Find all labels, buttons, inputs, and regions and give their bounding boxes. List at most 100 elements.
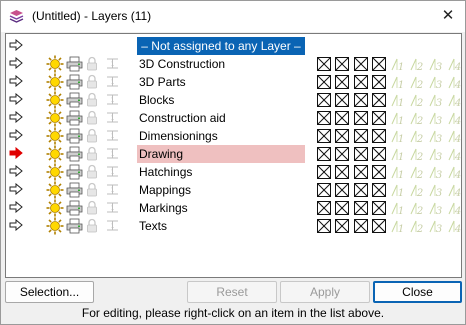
crossed-checkbox-icon[interactable]: [335, 219, 349, 233]
crossed-checkbox-icon[interactable]: [372, 183, 386, 197]
layer-label[interactable]: Blocks: [137, 91, 305, 109]
crossed-checkbox-icon[interactable]: [354, 183, 368, 197]
layer-label[interactable]: Dimensionings: [137, 127, 305, 145]
apply-button[interactable]: Apply: [280, 281, 370, 303]
crossed-checkbox-icon[interactable]: [317, 129, 331, 143]
crossed-checkbox-icon[interactable]: [354, 201, 368, 215]
layer-row[interactable]: 1 Mappings 1 2 3 4: [6, 181, 461, 199]
close-button[interactable]: Close: [373, 281, 462, 303]
svg-text:1: 1: [398, 188, 404, 198]
crossed-checkbox-icon[interactable]: [335, 183, 349, 197]
crossed-checkbox-icon[interactable]: [335, 147, 349, 161]
printer-icon: [66, 74, 83, 90]
layer-label[interactable]: 3D Construction: [137, 55, 305, 73]
crossed-checkbox-icon[interactable]: [354, 93, 368, 107]
crossed-checkbox-icon[interactable]: [317, 219, 331, 233]
crossed-checkbox-icon[interactable]: [317, 93, 331, 107]
reset-button[interactable]: Reset: [187, 281, 277, 303]
svg-text:1: 1: [398, 98, 404, 108]
layer-label[interactable]: Mappings: [137, 181, 305, 199]
slot-digit-icon: 1: [391, 76, 404, 90]
arrow-right-icon: [9, 165, 23, 177]
slot-digit-icon: 3: [429, 220, 442, 234]
line-weight-icon: 1: [107, 112, 118, 123]
layer-label[interactable]: Drawing: [137, 145, 305, 163]
lock-icon: [87, 182, 97, 197]
crossed-checkbox-icon[interactable]: [372, 111, 386, 125]
window-title: (Untitled) - Layers (11): [32, 9, 152, 23]
layer-row[interactable]: 1 3D Parts 1 2 3 4: [6, 73, 461, 91]
slot-digit-icon: 3: [429, 202, 442, 216]
slot-digit-icon: 3: [429, 130, 442, 144]
svg-text:2: 2: [416, 116, 423, 126]
arrow-right-icon: [9, 93, 23, 105]
svg-text:4: 4: [454, 170, 461, 180]
slot-digit-icon: 1: [391, 112, 404, 126]
layer-row[interactable]: 1 Texts 1 2 3 4: [6, 217, 461, 235]
selection-button[interactable]: Selection...: [5, 281, 94, 303]
crossed-checkbox-icon[interactable]: [317, 75, 331, 89]
crossed-checkbox-icon[interactable]: [354, 75, 368, 89]
crossed-checkbox-icon[interactable]: [335, 93, 349, 107]
crossed-checkbox-icon[interactable]: [372, 57, 386, 71]
close-window-icon[interactable]: ✕: [439, 7, 457, 25]
layer-label[interactable]: Texts: [137, 217, 305, 235]
crossed-checkbox-icon[interactable]: [372, 75, 386, 89]
layer-list[interactable]: – Not assigned to any Layer – 1 3D Constr…: [5, 33, 462, 278]
crossed-checkbox-icon[interactable]: [317, 57, 331, 71]
crossed-checkbox-icon[interactable]: [335, 201, 349, 215]
crossed-checkbox-icon[interactable]: [317, 111, 331, 125]
svg-text:3: 3: [436, 98, 442, 108]
unassigned-row[interactable]: – Not assigned to any Layer –: [6, 37, 461, 55]
slot-digit-icon: 3: [429, 166, 442, 180]
svg-text:1: 1: [111, 223, 115, 230]
layer-row[interactable]: 1 Drawing 1 2 3 4: [6, 145, 461, 163]
layer-row[interactable]: 1 Hatchings 1 2 3 4: [6, 163, 461, 181]
crossed-checkbox-icon[interactable]: [335, 57, 349, 71]
unassigned-label[interactable]: – Not assigned to any Layer –: [137, 37, 305, 55]
crossed-checkbox-icon[interactable]: [354, 57, 368, 71]
slot-digit-icon: 3: [429, 112, 442, 126]
layer-row[interactable]: 1 Construction aid 1 2 3 4: [6, 109, 461, 127]
lock-icon: [87, 92, 97, 107]
crossed-checkbox-icon[interactable]: [354, 147, 368, 161]
layer-label[interactable]: 3D Parts: [137, 73, 305, 91]
lock-icon: [87, 128, 97, 143]
crossed-checkbox-icon[interactable]: [335, 129, 349, 143]
crossed-checkbox-icon[interactable]: [372, 219, 386, 233]
crossed-checkbox-icon[interactable]: [317, 183, 331, 197]
layer-row[interactable]: 1 3D Construction 1 2 3 4: [6, 55, 461, 73]
visible-sun-icon: [46, 109, 64, 127]
layer-label[interactable]: Markings: [137, 199, 305, 217]
crossed-checkbox-icon[interactable]: [372, 147, 386, 161]
line-weight-icon: 1: [107, 202, 118, 213]
crossed-checkbox-icon[interactable]: [372, 93, 386, 107]
layer-label[interactable]: Construction aid: [137, 109, 305, 127]
layer-row[interactable]: 1 Dimensionings 1 2 3 4: [6, 127, 461, 145]
printer-icon: [66, 164, 83, 180]
crossed-checkbox-icon[interactable]: [354, 111, 368, 125]
arrow-right-icon: [9, 111, 23, 123]
crossed-checkbox-icon[interactable]: [335, 165, 349, 179]
svg-text:4: 4: [454, 98, 461, 108]
layer-label[interactable]: Hatchings: [137, 163, 305, 181]
slot-digit-icon: 4: [448, 220, 461, 234]
crossed-checkbox-icon[interactable]: [372, 129, 386, 143]
crossed-checkbox-icon[interactable]: [317, 147, 331, 161]
crossed-checkbox-icon[interactable]: [317, 165, 331, 179]
crossed-checkbox-icon[interactable]: [317, 201, 331, 215]
crossed-checkbox-icon[interactable]: [372, 165, 386, 179]
svg-text:1: 1: [111, 61, 115, 68]
printer-icon: [66, 146, 83, 162]
crossed-checkbox-icon[interactable]: [354, 165, 368, 179]
svg-text:4: 4: [454, 188, 461, 198]
crossed-checkbox-icon[interactable]: [335, 75, 349, 89]
visible-sun-icon: [46, 199, 64, 217]
crossed-checkbox-icon[interactable]: [372, 201, 386, 215]
crossed-checkbox-icon[interactable]: [354, 129, 368, 143]
layer-row[interactable]: 1 Markings 1 2 3 4: [6, 199, 461, 217]
crossed-checkbox-icon[interactable]: [335, 111, 349, 125]
layer-row[interactable]: 1 Blocks 1 2 3 4: [6, 91, 461, 109]
svg-text:1: 1: [398, 134, 404, 144]
crossed-checkbox-icon[interactable]: [354, 219, 368, 233]
